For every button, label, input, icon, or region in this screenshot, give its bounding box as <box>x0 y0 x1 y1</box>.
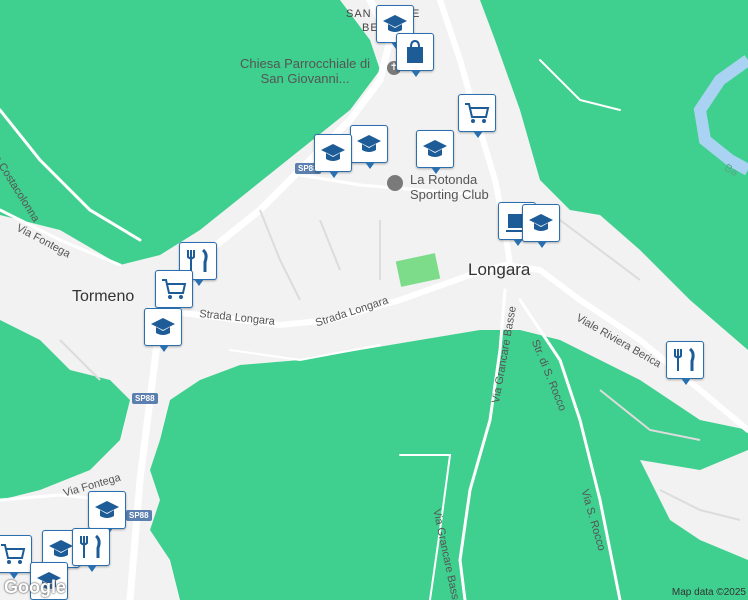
road-shield-sp88-2: SP88 <box>132 393 158 404</box>
restaurant-icon[interactable] <box>666 341 704 385</box>
shopping-cart-icon[interactable] <box>458 94 496 138</box>
school-icon[interactable] <box>350 125 388 169</box>
map-attribution[interactable]: Map data ©2025 <box>672 587 746 598</box>
poi-sporting-line2: Sporting Club <box>410 187 489 202</box>
road-shield-sp88-3: SP88 <box>126 510 152 521</box>
poi-chiesa-line2: San Giovanni... <box>260 71 350 86</box>
town-label-tormeno: Tormeno <box>72 288 135 305</box>
shopping-cart-icon[interactable] <box>0 535 32 579</box>
poi-sporting-line1: La Rotonda <box>410 172 478 187</box>
poi-chiesa-line1: Chiesa Parrocchiale di <box>240 56 371 71</box>
shopping-bag-icon[interactable] <box>396 33 434 77</box>
poi-label-chiesa[interactable]: Chiesa Parrocchiale di San Giovanni... <box>240 56 370 86</box>
restaurant-icon[interactable] <box>72 528 110 572</box>
shopping-cart-icon[interactable] <box>155 270 193 314</box>
school-icon[interactable] <box>522 204 560 248</box>
poi-label-sporting-club[interactable]: La Rotonda Sporting Club <box>410 172 489 202</box>
sports-icon[interactable] <box>387 175 403 191</box>
google-logo: Google <box>4 577 66 597</box>
school-icon[interactable] <box>144 308 182 352</box>
school-icon[interactable] <box>314 134 352 178</box>
map-canvas[interactable]: Tormeno Longara SAN CROCE BERICA Via Cos… <box>0 0 748 600</box>
school-icon[interactable] <box>88 491 126 535</box>
town-label-longara: Longara <box>468 260 531 279</box>
school-icon[interactable] <box>416 130 454 174</box>
